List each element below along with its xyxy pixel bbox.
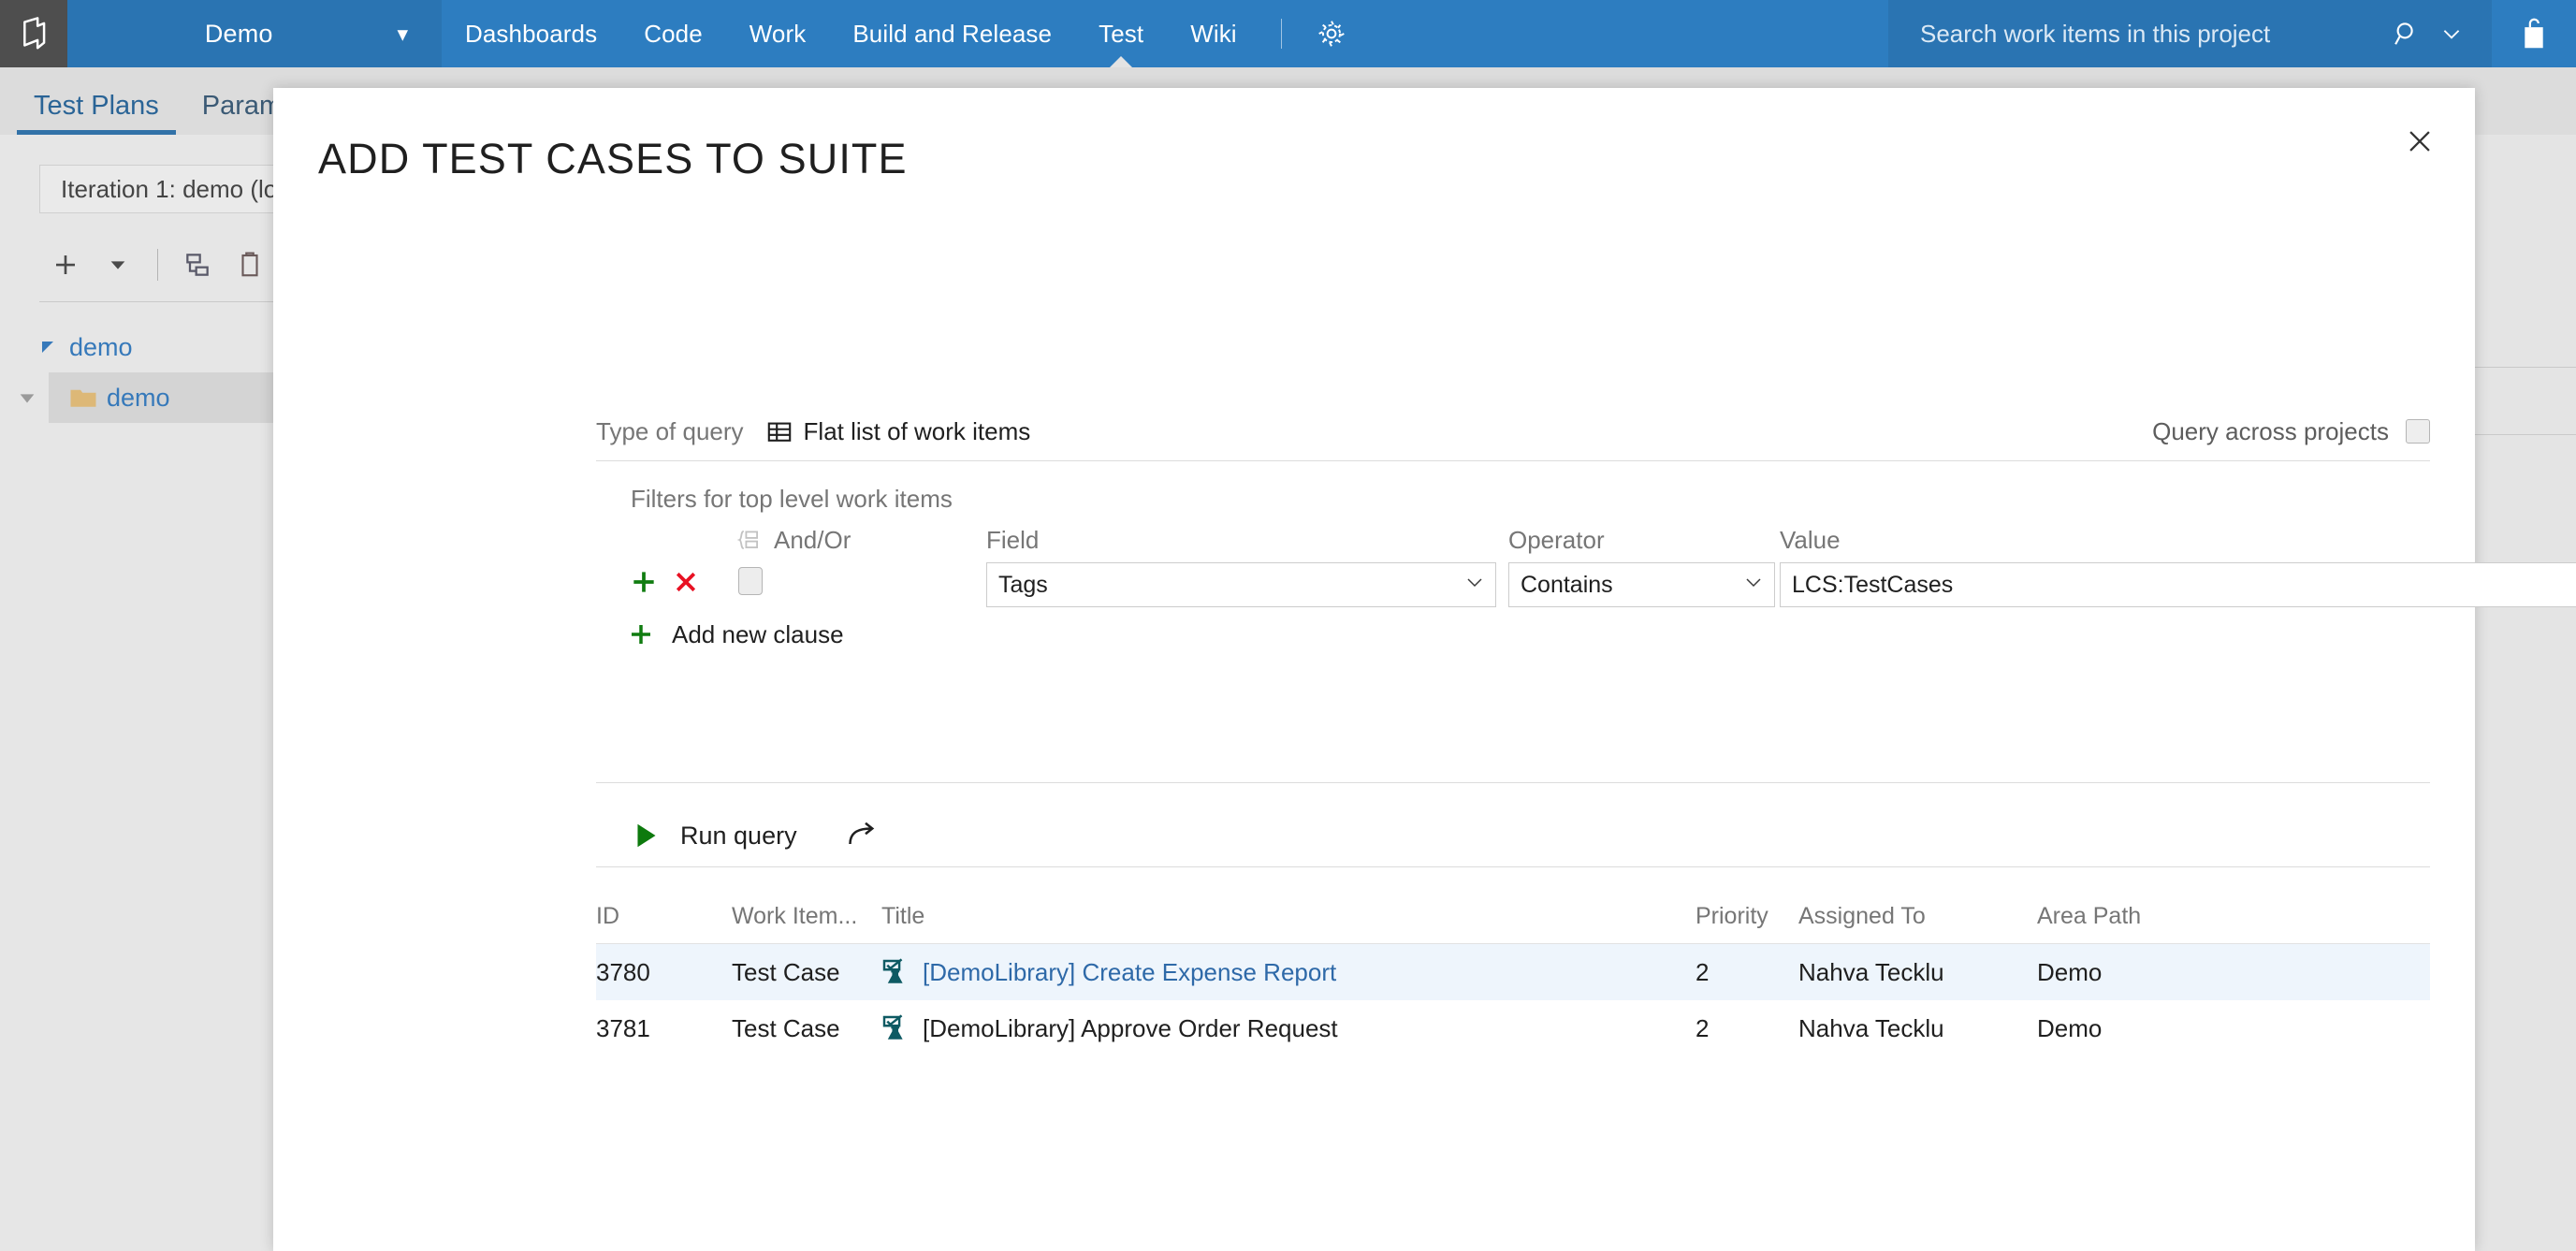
table-row[interactable]: 3780 Test Case [DemoLibrary] Create Expe… xyxy=(596,944,2430,1000)
tree-item-label: demo xyxy=(69,332,133,361)
cell-id: 3780 xyxy=(596,957,650,986)
column-header-field: Field xyxy=(986,526,1040,554)
nav-item-dashboards[interactable]: Dashboards xyxy=(442,0,620,67)
search-icon[interactable] xyxy=(2380,20,2434,48)
project-name: Demo xyxy=(204,19,273,48)
group-clauses-icon[interactable] xyxy=(736,528,761,557)
toolbar-divider xyxy=(157,249,158,281)
caret-expanded-icon[interactable] xyxy=(39,339,56,356)
test-case-icon xyxy=(881,958,910,986)
column-header-area-path[interactable]: Area Path xyxy=(2037,903,2430,930)
chevron-down-icon[interactable] xyxy=(92,239,144,291)
operator-select-value: Contains xyxy=(1521,571,1613,598)
run-query-row: Run query xyxy=(596,807,2430,865)
chevron-down-icon xyxy=(1737,571,1765,599)
cell-title: [DemoLibrary] Create Expense Report xyxy=(881,958,1696,987)
gear-icon[interactable] xyxy=(1303,0,1361,67)
table-row[interactable]: 3781 Test Case [DemoLibrary] Approve Ord… xyxy=(596,1000,2430,1056)
operator-select[interactable]: Contains xyxy=(1508,562,1775,607)
test-plan-left-pane: Iteration 1: demo (lo demo demo xyxy=(0,135,341,1251)
copy-icon[interactable] xyxy=(224,239,276,291)
column-header-andor: And/Or xyxy=(774,526,851,554)
cell-area-path: Demo xyxy=(2037,1013,2103,1042)
field-select-value: Tags xyxy=(998,571,1048,598)
query-type-row: Type of query Flat list of work items Qu… xyxy=(596,406,2430,457)
clause-column-headers: And/Or Field Operator Value xyxy=(596,526,2430,563)
search-input[interactable]: Search work items in this project xyxy=(1920,20,2380,49)
nav-item-build-and-release[interactable]: Build and Release xyxy=(829,0,1075,67)
tab-test-plans[interactable]: Test Plans xyxy=(17,91,176,135)
run-query-button[interactable]: Run query xyxy=(680,822,797,851)
shopping-bag-icon[interactable] xyxy=(2492,0,2576,67)
search-scope-chevron-down-icon[interactable] xyxy=(2434,22,2473,46)
query-type-divider xyxy=(596,460,2430,461)
cell-id: 3781 xyxy=(596,1013,650,1042)
tree-item-label: demo xyxy=(107,383,170,412)
nav-item-test[interactable]: Test xyxy=(1075,0,1167,67)
cell-area-path: Demo xyxy=(2037,957,2103,986)
share-arrow-icon[interactable] xyxy=(846,822,880,850)
project-selector[interactable]: Demo ▾ xyxy=(67,0,442,67)
add-new-clause-label: Add new clause xyxy=(672,619,844,648)
add-test-cases-dialog: ADD TEST CASES TO SUITE Type of query Fl… xyxy=(273,88,2576,1251)
column-header-value: Value xyxy=(1780,526,1841,554)
top-navigation-bar: Demo ▾ Dashboards Code Work Build and Re… xyxy=(0,0,2576,67)
column-header-id[interactable]: ID xyxy=(596,903,732,930)
cell-title-text[interactable]: [DemoLibrary] Approve Order Request xyxy=(923,1014,1338,1043)
cell-title: [DemoLibrary] Approve Order Request xyxy=(881,1014,1696,1043)
cell-assigned-to: Nahva Tecklu xyxy=(1798,957,1944,986)
cell-title-link[interactable]: [DemoLibrary] Create Expense Report xyxy=(923,958,1336,987)
results-header-row: ID Work Item... Title Priority Assigned … xyxy=(596,889,2430,944)
column-header-work-item[interactable]: Work Item... xyxy=(732,903,881,930)
test-case-icon xyxy=(881,1014,910,1042)
column-header-title[interactable]: Title xyxy=(881,903,1696,930)
caret-collapsed-icon[interactable] xyxy=(17,372,37,423)
nav-item-work[interactable]: Work xyxy=(726,0,830,67)
column-header-priority[interactable]: Priority xyxy=(1696,903,1798,930)
chevron-down-icon: ▾ xyxy=(397,21,408,46)
nav-item-wiki[interactable]: Wiki xyxy=(1167,0,1260,67)
nav-divider xyxy=(1280,19,1282,49)
results-grid: ID Work Item... Title Priority Assigned … xyxy=(596,889,2430,1056)
dialog-title: ADD TEST CASES TO SUITE xyxy=(318,135,908,182)
field-select[interactable]: Tags xyxy=(986,562,1496,607)
search-box[interactable]: Search work items in this project xyxy=(1888,0,2492,67)
cell-priority: 2 xyxy=(1696,1013,1710,1042)
filter-clause-row: Tags Contains LCS:TestCases xyxy=(596,560,2576,616)
play-icon[interactable] xyxy=(633,822,660,850)
value-select[interactable]: LCS:TestCases xyxy=(1780,562,2576,607)
value-select-value: LCS:TestCases xyxy=(1792,571,1954,598)
cell-work-item-type: Test Case xyxy=(732,957,840,986)
azure-devops-logo-icon[interactable] xyxy=(0,0,67,67)
add-clause-icon[interactable] xyxy=(627,565,661,599)
query-across-projects-checkbox[interactable] xyxy=(2406,419,2430,444)
add-new-clause-button[interactable]: Add new clause xyxy=(627,612,844,657)
run-query-bottom-divider xyxy=(596,866,2430,867)
column-header-assigned-to[interactable]: Assigned To xyxy=(1798,903,2037,930)
query-type-value[interactable]: Flat list of work items xyxy=(804,417,1031,446)
close-icon[interactable] xyxy=(2391,112,2449,170)
run-query-top-divider xyxy=(596,782,2430,783)
folder-icon xyxy=(69,385,97,410)
new-suite-icon[interactable] xyxy=(171,239,224,291)
flat-list-icon xyxy=(766,418,793,444)
column-header-operator: Operator xyxy=(1508,526,1605,554)
query-type-label: Type of query xyxy=(596,416,744,445)
cell-assigned-to: Nahva Tecklu xyxy=(1798,1013,1944,1042)
plus-icon xyxy=(627,620,655,648)
nav-item-code[interactable]: Code xyxy=(620,0,726,67)
filters-section-label: Filters for top level work items xyxy=(631,485,953,513)
delete-clause-icon[interactable] xyxy=(669,565,703,599)
query-across-projects-label: Query across projects xyxy=(2152,416,2389,445)
clause-group-checkbox[interactable] xyxy=(738,567,763,595)
primary-nav: Dashboards Code Work Build and Release T… xyxy=(442,0,1260,67)
add-icon[interactable] xyxy=(39,239,92,291)
cell-work-item-type: Test Case xyxy=(732,1013,840,1042)
cell-priority: 2 xyxy=(1696,957,1710,986)
chevron-down-icon xyxy=(1458,571,1486,599)
